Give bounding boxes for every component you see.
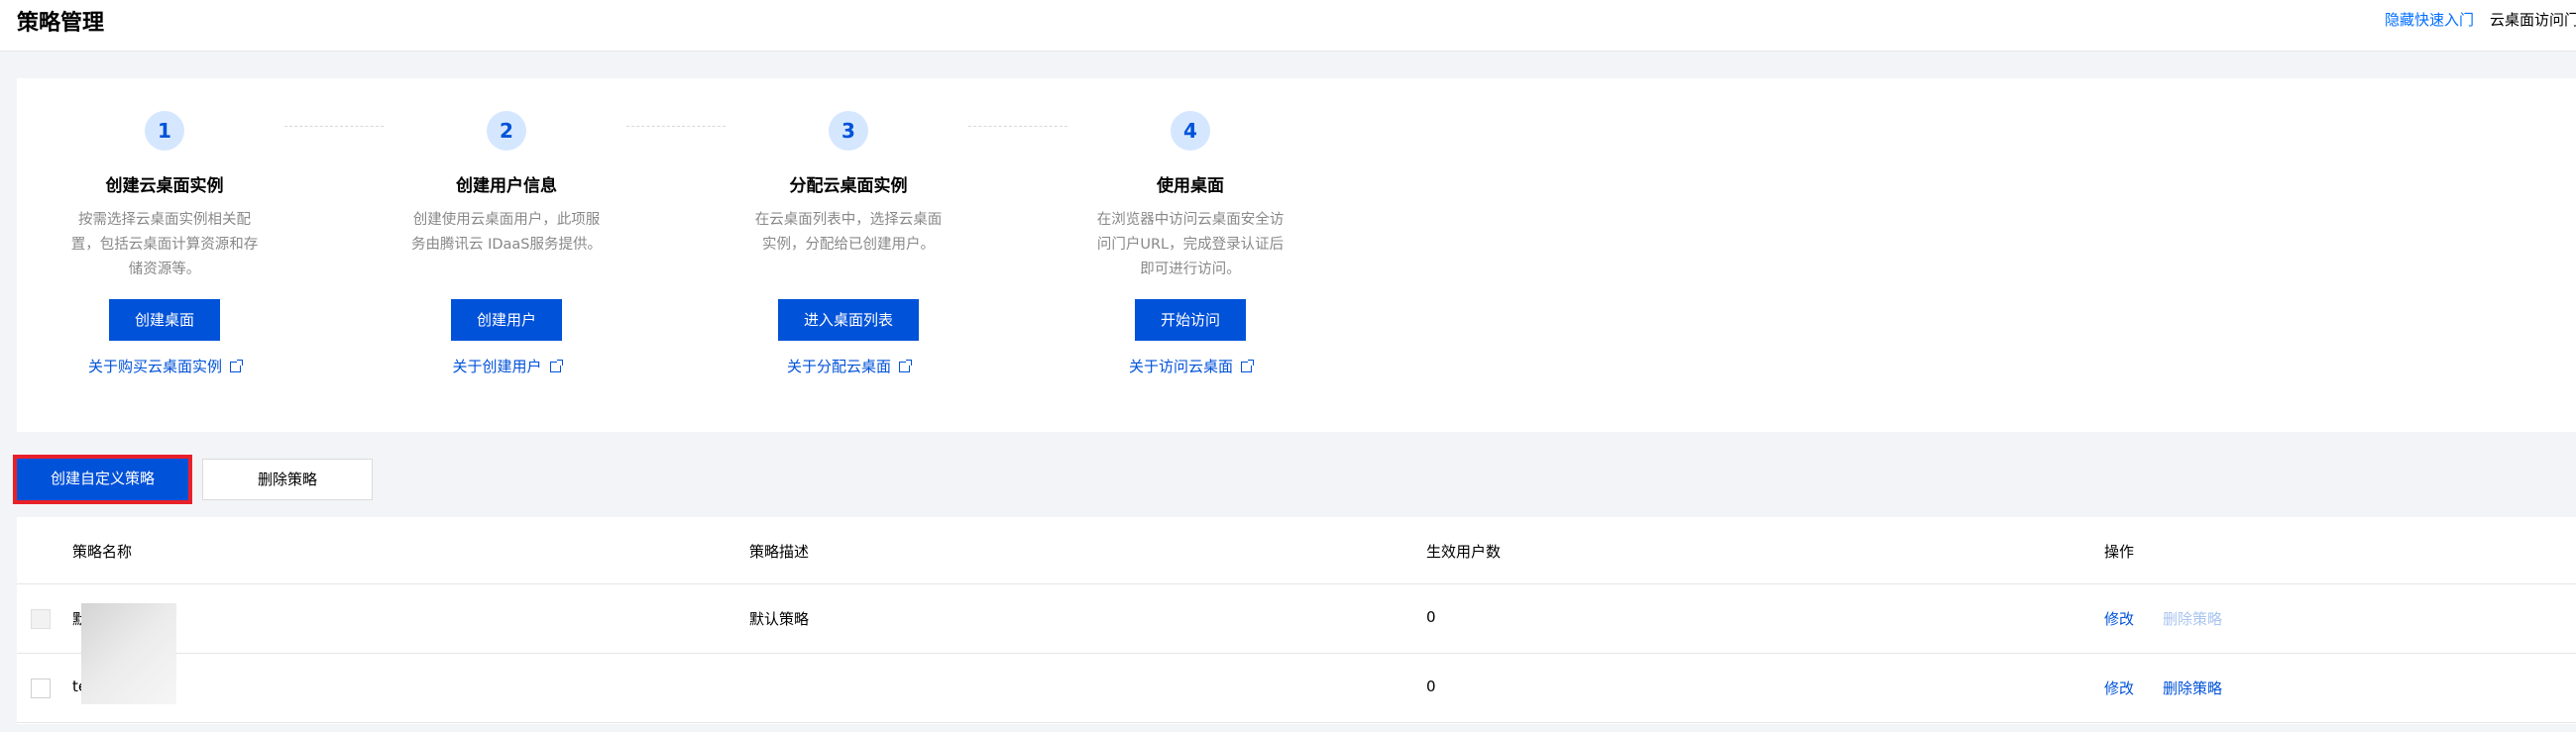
row-checkbox[interactable]	[31, 679, 51, 698]
hide-quick-entry-link[interactable]: 隐藏快速入门	[2385, 9, 2474, 30]
top-bar: 策略管理 隐藏快速入门 云桌面访问门户	[0, 0, 2576, 52]
step-description: 在云桌面列表中，选择云桌面实例，分配给已创建用户。	[754, 212, 943, 253]
column-header-name: 策略名称	[72, 543, 133, 561]
step-connector	[284, 126, 384, 127]
step-connector	[626, 126, 726, 127]
table-row: te 0 修改 删除策略	[17, 654, 2576, 723]
step-title: 创建云桌面实例	[105, 176, 224, 196]
delete-policy-link: 删除策略	[2163, 610, 2223, 628]
create-user-button[interactable]: 创建用户	[450, 299, 562, 341]
step-number: 3	[829, 111, 868, 151]
effective-user-count: 0	[1426, 678, 1436, 695]
create-desktop-button[interactable]: 创建桌面	[108, 299, 220, 341]
edit-policy-link[interactable]: 修改	[2104, 608, 2134, 629]
page-title: 策略管理	[17, 11, 105, 36]
step-number: 2	[487, 111, 526, 151]
table-header: 策略名称 策略描述 生效用户数 操作	[17, 517, 2576, 584]
start-access-button[interactable]: 开始访问	[1134, 299, 1246, 341]
delete-policy-link[interactable]: 删除策略	[2163, 678, 2222, 698]
portal-link[interactable]: 云桌面访问门户	[2490, 9, 2576, 30]
step-doc-link[interactable]: 关于访问云桌面	[1071, 356, 1309, 376]
row-checkbox	[31, 609, 51, 629]
step-description: 在浏览器中访问云桌面安全访问门户URL，完成登录认证后即可进行访问。	[1096, 212, 1285, 277]
step-doc-link-label: 关于分配云桌面	[786, 358, 891, 375]
quick-start-panel: 1 创建云桌面实例 按需选择云桌面实例相关配置，包括云桌面计算资源和存储资源等。…	[17, 78, 2576, 432]
step-doc-link[interactable]: 关于创建用户	[388, 356, 625, 376]
external-link-icon	[230, 360, 243, 372]
step-doc-link-label: 关于创建用户	[452, 358, 542, 375]
table-row: 默 默认策略 0 修改 删除策略	[17, 584, 2576, 654]
policy-table: 策略名称 策略描述 生效用户数 操作 默 默认策略 0 修改 删除策略 te 0…	[17, 517, 2576, 724]
external-link-icon	[549, 360, 563, 372]
step-title: 创建用户信息	[456, 176, 557, 196]
delete-policy-button[interactable]: 删除策略	[202, 459, 373, 500]
effective-user-count: 0	[1426, 608, 1436, 626]
step-connector	[968, 126, 1067, 127]
policy-description: 默认策略	[749, 610, 810, 628]
column-header-users: 生效用户数	[1426, 543, 1502, 561]
column-header-description: 策略描述	[749, 543, 810, 561]
redacted-image	[81, 603, 176, 704]
step-doc-link-label: 关于访问云桌面	[1128, 358, 1233, 375]
step-number: 1	[145, 111, 184, 151]
step-doc-link[interactable]: 关于分配云桌面	[729, 356, 967, 376]
external-link-icon	[1241, 360, 1254, 372]
step-description: 按需选择云桌面实例相关配置，包括云桌面计算资源和存储资源等。	[70, 212, 259, 277]
step-3: 3 分配云桌面实例 在云桌面列表中，选择云桌面实例，分配给已创建用户。 进入桌面…	[729, 78, 967, 376]
step-title: 使用桌面	[1157, 176, 1224, 196]
create-custom-policy-button[interactable]: 创建自定义策略	[13, 455, 192, 504]
step-number: 4	[1171, 111, 1210, 151]
step-2: 2 创建用户信息 创建使用云桌面用户，此项服务由腾讯云 IDaaS服务提供。 创…	[388, 78, 625, 376]
edit-policy-link[interactable]: 修改	[2104, 678, 2134, 698]
external-link-icon	[899, 360, 912, 372]
step-description: 创建使用云桌面用户，此项服务由腾讯云 IDaaS服务提供。	[410, 212, 603, 253]
step-4: 4 使用桌面 在浏览器中访问云桌面安全访问门户URL，完成登录认证后即可进行访问…	[1071, 78, 1309, 376]
desktop-list-button[interactable]: 进入桌面列表	[777, 299, 919, 341]
step-doc-link[interactable]: 关于购买云桌面实例	[46, 356, 283, 376]
step-1: 1 创建云桌面实例 按需选择云桌面实例相关配置，包括云桌面计算资源和存储资源等。…	[46, 78, 283, 376]
step-title: 分配云桌面实例	[789, 176, 908, 196]
column-header-actions: 操作	[2104, 543, 2135, 561]
step-doc-link-label: 关于购买云桌面实例	[87, 358, 222, 375]
